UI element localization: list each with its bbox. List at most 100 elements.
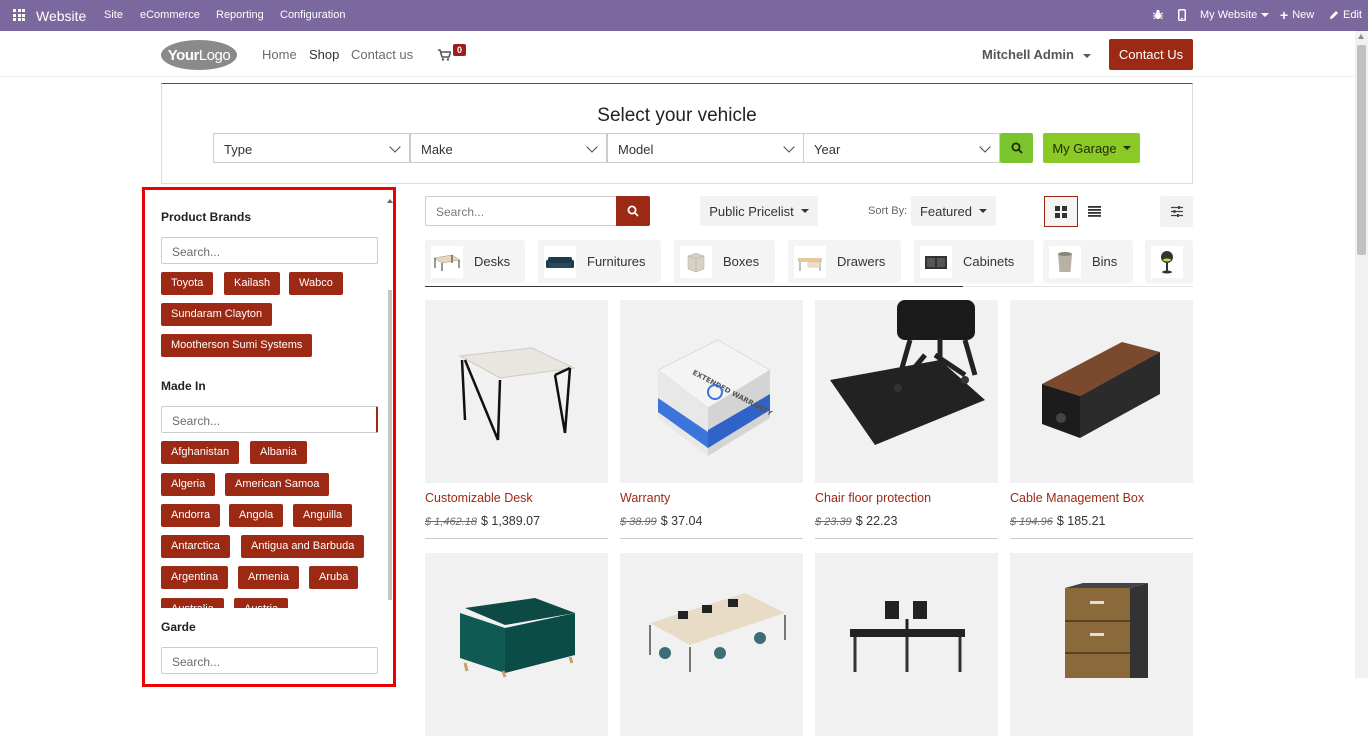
brand-tag-wabco[interactable]: Wabco: [289, 272, 343, 295]
nav-home[interactable]: Home: [262, 47, 297, 62]
country-tag-antarctica[interactable]: Antarctica: [161, 535, 230, 558]
menu-site[interactable]: Site: [104, 9, 123, 21]
product-image-cable-box[interactable]: [1010, 300, 1193, 483]
make-select[interactable]: Make: [410, 133, 607, 163]
apps-grid-icon[interactable]: [13, 9, 25, 21]
product-image-sofa[interactable]: [425, 553, 608, 736]
product-card[interactable]: [1010, 553, 1193, 736]
brand-tag-toyota[interactable]: Toyota: [161, 272, 214, 295]
user-menu[interactable]: Mitchell Admin: [982, 47, 1091, 62]
product-card[interactable]: Customizable Desk $ 1,462.18 $ 1,389.07: [425, 300, 608, 539]
category-furnitures[interactable]: Furnitures: [538, 240, 661, 283]
product-search-input[interactable]: Search...: [425, 196, 616, 226]
brands-search-input[interactable]: Search...: [161, 237, 378, 264]
category-label: Boxes: [723, 254, 760, 269]
list-view-icon: [1087, 206, 1101, 217]
product-image-drawer-cabinet[interactable]: [1010, 553, 1193, 736]
scrollbar-thumb[interactable]: [1357, 45, 1366, 255]
country-tag-argentina[interactable]: Argentina: [161, 566, 229, 589]
old-price: $ 38.99: [620, 516, 657, 528]
product-card[interactable]: [425, 553, 608, 736]
logo-bold-text: Your: [167, 46, 200, 64]
category-drawers[interactable]: Drawers: [788, 240, 901, 283]
made-in-search-input[interactable]: Search...: [161, 406, 378, 433]
product-image-chair-mat[interactable]: [815, 300, 998, 483]
product-name[interactable]: Chair floor protection: [815, 491, 998, 505]
country-tag-aruba[interactable]: Aruba: [309, 566, 359, 589]
bug-icon[interactable]: [1153, 9, 1163, 20]
product-card[interactable]: [620, 553, 803, 736]
country-tag-american-samoa[interactable]: American Samoa: [225, 473, 330, 496]
product-image-conference-table[interactable]: [620, 553, 803, 736]
nav-shop[interactable]: Shop: [309, 47, 339, 62]
country-tag-afghanistan[interactable]: Afghanistan: [161, 441, 240, 464]
product-name[interactable]: Cable Management Box: [1010, 491, 1193, 505]
list-view-button[interactable]: [1077, 196, 1111, 227]
pricelist-dropdown[interactable]: Public Pricelist: [700, 196, 818, 226]
category-boxes[interactable]: Boxes: [674, 240, 775, 283]
product-card[interactable]: EXTENDED WARRANTY Warranty $ 38.99 $ 37.0…: [620, 300, 803, 539]
product-image-warranty[interactable]: EXTENDED WARRANTY: [620, 300, 803, 483]
model-select[interactable]: Model: [607, 133, 804, 163]
new-button[interactable]: + New: [1280, 8, 1314, 22]
grid-view-button[interactable]: [1044, 196, 1078, 227]
site-logo[interactable]: Your Logo: [161, 40, 237, 70]
brand-tag-sundaram-clayton[interactable]: Sundaram Clayton: [161, 303, 273, 326]
category-bins[interactable]: Bins: [1043, 240, 1133, 283]
nav-contact-us[interactable]: Contact us: [351, 47, 413, 62]
type-select-value: Type: [224, 142, 253, 157]
category-desks[interactable]: Desks: [425, 240, 525, 283]
pencil-icon: [1330, 11, 1338, 19]
country-tag-angola[interactable]: Angola: [229, 504, 284, 527]
product-price: $ 194.96 $ 185.21: [1010, 514, 1193, 528]
garde-search-input[interactable]: Search...: [161, 647, 378, 674]
brand-tag-kailash[interactable]: Kailash: [224, 272, 281, 295]
type-select[interactable]: Type: [213, 133, 410, 163]
contact-us-button[interactable]: Contact Us: [1109, 39, 1193, 70]
current-price: $ 37.04: [660, 514, 703, 528]
product-image-desk-combo[interactable]: [815, 553, 998, 736]
cart-button[interactable]: 0: [438, 44, 468, 64]
scroll-up-arrow-icon[interactable]: [387, 199, 393, 203]
scroll-up-arrow-icon[interactable]: [1358, 34, 1364, 39]
filter-settings-button[interactable]: [1160, 196, 1193, 227]
sliders-icon: [1170, 206, 1183, 217]
category-lamps[interactable]: [1145, 240, 1193, 283]
edit-button[interactable]: Edit: [1329, 9, 1362, 21]
mobile-preview-icon[interactable]: [1178, 9, 1186, 21]
country-tag-andorra[interactable]: Andorra: [161, 504, 221, 527]
product-card[interactable]: Chair floor protection $ 23.39 $ 22.23: [815, 300, 998, 539]
product-name[interactable]: Customizable Desk: [425, 491, 608, 505]
category-cabinets[interactable]: Cabinets: [914, 240, 1034, 283]
country-tag-australia[interactable]: Australia: [161, 598, 224, 608]
sofa-icon: [544, 245, 576, 278]
vehicle-selector: Select your vehicle Type Make Model Year…: [161, 83, 1193, 184]
menu-reporting[interactable]: Reporting: [216, 9, 264, 21]
product-card[interactable]: Cable Management Box $ 194.96 $ 185.21: [1010, 300, 1193, 539]
brand-tag-mootherson-sumi-systems[interactable]: Mootherson Sumi Systems: [161, 334, 313, 357]
product-name[interactable]: Warranty: [620, 491, 803, 505]
vehicle-search-button[interactable]: [1000, 133, 1033, 163]
country-tag-armenia[interactable]: Armenia: [238, 566, 299, 589]
country-tag-austria[interactable]: Austria: [234, 598, 289, 608]
my-website-dropdown[interactable]: My Website: [1200, 9, 1270, 21]
product-image-desk[interactable]: [425, 300, 608, 483]
year-select[interactable]: Year: [803, 133, 1000, 163]
sort-dropdown[interactable]: Featured: [911, 196, 996, 226]
country-tag-anguilla[interactable]: Anguilla: [293, 504, 353, 527]
current-price: $ 185.21: [1056, 514, 1106, 528]
product-search-button[interactable]: [616, 196, 650, 226]
my-garage-button[interactable]: My Garage: [1043, 133, 1140, 163]
page-scrollbar[interactable]: [1355, 31, 1368, 678]
menu-configuration[interactable]: Configuration: [280, 9, 345, 21]
old-price: $ 194.96: [1010, 516, 1053, 528]
country-tag-algeria[interactable]: Algeria: [161, 473, 216, 496]
old-price: $ 1,462.18: [425, 516, 477, 528]
country-tag-albania[interactable]: Albania: [250, 441, 307, 464]
menu-ecommerce[interactable]: eCommerce: [140, 9, 200, 21]
sort-by-label: Sort By:: [868, 205, 908, 217]
pricelist-label: Public Pricelist: [709, 203, 794, 219]
country-tag-antigua-and-barbuda[interactable]: Antigua and Barbuda: [241, 535, 365, 558]
product-card[interactable]: [815, 553, 998, 736]
sidebar-scrollbar-thumb[interactable]: [388, 290, 392, 600]
